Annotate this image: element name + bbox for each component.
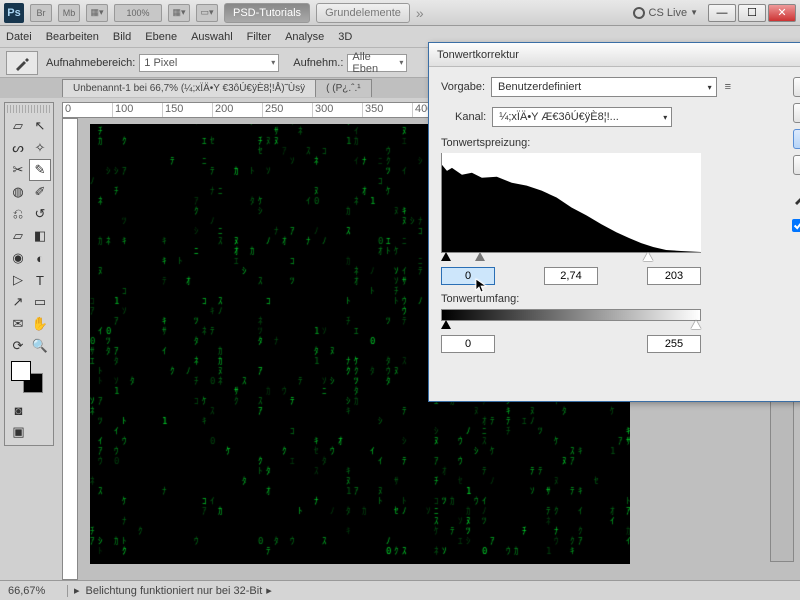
auto-button[interactable]: Auto xyxy=(793,129,800,149)
close-button[interactable]: ✕ xyxy=(768,4,796,22)
layer-sample-select[interactable]: Alle Eben xyxy=(347,54,407,72)
white-point-handle[interactable] xyxy=(643,252,653,261)
view-chip-1[interactable]: ▦▾ xyxy=(86,4,108,22)
menu-analyse[interactable]: Analyse xyxy=(285,31,324,43)
menu-bild[interactable]: Bild xyxy=(113,31,131,43)
screen-mode-chip[interactable]: ▭▾ xyxy=(196,4,218,22)
hand-tool[interactable]: ✋ xyxy=(29,313,51,335)
quickmask-toggle[interactable]: ◙ xyxy=(7,399,30,421)
gradient-tool[interactable]: ◧ xyxy=(29,225,51,247)
menu-auswahl[interactable]: Auswahl xyxy=(191,31,233,43)
heal-tool[interactable]: ◍ xyxy=(7,181,29,203)
channel-select[interactable]: ¼;xÏÄ•Y Æ€3ôÚ€ÿÈ8¦!... xyxy=(492,107,672,127)
output-white-field[interactable] xyxy=(647,335,701,353)
channel-label: Kanal: xyxy=(455,111,486,123)
output-slider[interactable] xyxy=(441,321,701,331)
cslive-label: CS Live xyxy=(649,7,688,19)
input-gamma-field[interactable] xyxy=(544,267,598,285)
ruler-vertical xyxy=(62,118,78,580)
notes-tool[interactable]: ✉ xyxy=(7,313,29,335)
statusbar: 66,67% ▸ Belichtung funktioniert nur bei… xyxy=(0,580,800,600)
eyedropper-tool[interactable]: ✎ xyxy=(29,159,51,181)
preview-checkbox[interactable]: Vorschau xyxy=(792,219,800,232)
titlebar: Ps Br Mb ▦▾ 100% ▦▾ ▭▾ PSD-Tutorials Gru… xyxy=(0,0,800,26)
minibridge-chip[interactable]: Mb xyxy=(58,4,80,22)
move-tool[interactable]: ▱ xyxy=(7,115,29,137)
crop-tool[interactable]: ✂ xyxy=(7,159,29,181)
cancel-button[interactable]: Abbrech xyxy=(793,103,800,123)
maximize-button[interactable]: ☐ xyxy=(738,4,766,22)
cslive-button[interactable]: CS Live▼ xyxy=(633,7,698,19)
toolbox: ▱↖ ᔕ✧ ✂✎ ◍✐ ⎌↺ ▱◧ ◉◐ ▷T ↗▭ ✉✋ ⟳🔍 ◙ ▣ xyxy=(4,102,54,446)
sample-label: Aufnahmebereich: xyxy=(46,57,135,69)
output-black-field[interactable] xyxy=(441,335,495,353)
sample-select[interactable]: 1 Pixel xyxy=(139,54,279,72)
output-levels-label: Tonwertumfang: xyxy=(441,293,731,305)
marquee-tool[interactable]: ↖ xyxy=(29,115,51,137)
layer-sample-label: Aufnehm.: xyxy=(293,57,343,69)
pen-tool[interactable]: ▷ xyxy=(7,269,29,291)
eraser-tool[interactable]: ▱ xyxy=(7,225,29,247)
input-black-field[interactable] xyxy=(441,267,495,285)
menu-datei[interactable]: Datei xyxy=(6,31,32,43)
preset-label: Vorgabe: xyxy=(441,81,485,93)
foreground-swatch[interactable] xyxy=(11,361,31,381)
document-tab-active[interactable]: Unbenannt-1 bei 66,7% (¼;xÏÄ•Y €3ôÚ€ÿÈ8¦… xyxy=(62,79,316,97)
histogram xyxy=(441,153,701,253)
menu-bearbeiten[interactable]: Bearbeiten xyxy=(46,31,99,43)
status-zoom[interactable]: 66,67% xyxy=(8,585,68,597)
output-gradient[interactable] xyxy=(441,309,701,321)
more-icon[interactable]: » xyxy=(416,5,424,21)
menu-3d[interactable]: 3D xyxy=(338,31,352,43)
input-levels-label: Tonwertspreizung: xyxy=(441,137,731,149)
menu-filter[interactable]: Filter xyxy=(247,31,271,43)
stamp-tool[interactable]: ⎌ xyxy=(7,203,29,225)
black-point-handle[interactable] xyxy=(441,252,451,261)
levels-dialog: Tonwertkorrektur Vorgabe: Benutzerdefini… xyxy=(428,42,800,402)
gamma-handle[interactable] xyxy=(475,252,485,261)
current-tool-icon[interactable] xyxy=(6,51,38,75)
minimize-button[interactable]: — xyxy=(708,4,736,22)
zoom-field[interactable]: 100% xyxy=(114,4,162,22)
workspace-tab[interactable]: Grundelemente xyxy=(316,3,410,23)
blur-tool[interactable]: ◉ xyxy=(7,247,29,269)
input-white-field[interactable] xyxy=(647,267,701,285)
type-tool[interactable]: T xyxy=(29,269,51,291)
shape-tool[interactable]: ▭ xyxy=(29,291,51,313)
history-brush-tool[interactable]: ↺ xyxy=(29,203,51,225)
ps-app-icon: Ps xyxy=(4,3,24,23)
path-tool[interactable]: ↗ xyxy=(7,291,29,313)
workspace-tab-active[interactable]: PSD-Tutorials xyxy=(224,3,310,23)
out-white-handle[interactable] xyxy=(691,320,701,329)
black-eyedropper-icon[interactable] xyxy=(793,189,800,205)
view-chip-2[interactable]: ▦▾ xyxy=(168,4,190,22)
bridge-chip[interactable]: Br xyxy=(30,4,52,22)
eyedropper-group xyxy=(793,189,800,205)
preset-select[interactable]: Benutzerdefiniert xyxy=(491,77,717,97)
ok-button[interactable]: OK xyxy=(793,77,800,97)
photoshop-window: Ps Br Mb ▦▾ 100% ▦▾ ▭▾ PSD-Tutorials Gru… xyxy=(0,0,800,600)
dialog-title[interactable]: Tonwertkorrektur xyxy=(429,43,800,67)
preset-menu-icon[interactable]: ≡ xyxy=(725,81,731,93)
menu-ebene[interactable]: Ebene xyxy=(145,31,177,43)
options-button[interactable]: Optionen xyxy=(793,155,800,175)
document-tab[interactable]: ( (P¿.ˆ.¹ xyxy=(315,79,371,97)
rotate-tool[interactable]: ⟳ xyxy=(7,335,29,357)
dodge-tool[interactable]: ◐ xyxy=(29,247,51,269)
out-black-handle[interactable] xyxy=(441,320,451,329)
color-swatches[interactable] xyxy=(11,361,43,393)
lasso-tool[interactable]: ᔕ xyxy=(7,137,29,159)
brush-tool[interactable]: ✐ xyxy=(29,181,51,203)
toolbox-handle[interactable] xyxy=(7,105,51,113)
screenmode-toggle[interactable]: ▣ xyxy=(7,421,30,443)
input-slider[interactable] xyxy=(441,253,701,263)
wand-tool[interactable]: ✧ xyxy=(29,137,51,159)
zoom-tool[interactable]: 🔍 xyxy=(29,335,51,357)
status-message: Belichtung funktioniert nur bei 32-Bit xyxy=(86,585,263,597)
